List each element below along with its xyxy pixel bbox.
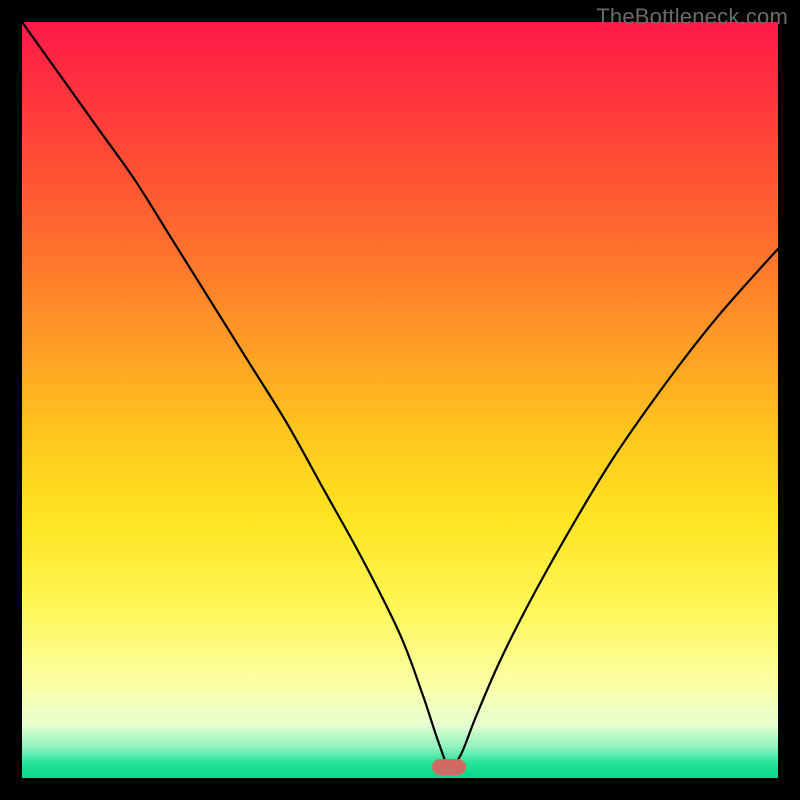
watermark-text: TheBottleneck.com xyxy=(596,4,788,30)
curve-svg xyxy=(22,22,778,778)
bottleneck-curve xyxy=(22,22,778,767)
optimal-marker xyxy=(432,759,466,775)
chart-frame: TheBottleneck.com xyxy=(0,0,800,800)
plot-area xyxy=(22,22,778,778)
